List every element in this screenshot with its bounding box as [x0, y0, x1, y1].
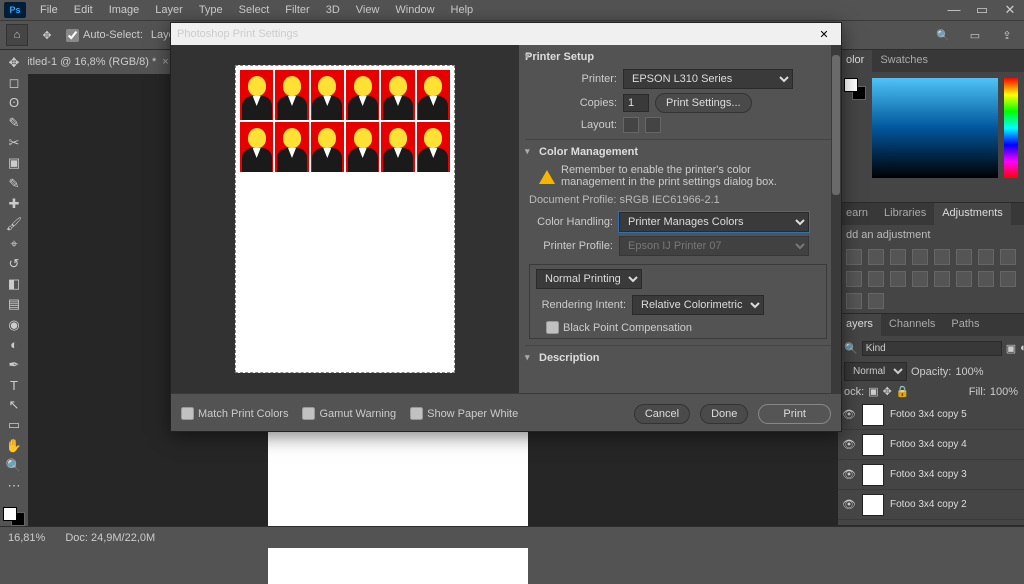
match-colors-checkbox: Match Print Colors [181, 407, 288, 420]
print-button[interactable]: Print [758, 404, 831, 424]
close-dialog-icon[interactable]: ✕ [813, 25, 835, 43]
cancel-button[interactable]: Cancel [634, 404, 690, 424]
photo-thumb [381, 122, 414, 172]
paper-white-checkbox: Show Paper White [410, 407, 518, 420]
photo-thumb [311, 70, 344, 120]
preview-page [235, 65, 455, 373]
copies-input[interactable] [623, 94, 649, 112]
color-management-heading[interactable]: Color Management [525, 144, 831, 162]
dialog-overlay: Photoshop Print Settings ✕ [0, 0, 1024, 548]
warning-icon [539, 162, 555, 184]
photo-thumb [417, 122, 450, 172]
photo-thumb [311, 122, 344, 172]
dialog-titlebar[interactable]: Photoshop Print Settings ✕ [171, 23, 841, 45]
print-settings-panel: Printer Setup Printer: EPSON L310 Series… [519, 45, 841, 393]
photo-thumb [417, 70, 450, 120]
photo-thumb [346, 122, 379, 172]
photo-thumb [381, 70, 414, 120]
done-button[interactable]: Done [700, 404, 748, 424]
print-preview [171, 45, 519, 393]
printer-setup-heading: Printer Setup [525, 49, 831, 67]
photo-thumb [240, 122, 273, 172]
photo-thumb [346, 70, 379, 120]
dialog-footer: Match Print Colors Gamut Warning Show Pa… [171, 393, 841, 433]
rendering-intent-select[interactable]: Relative Colorimetric [632, 295, 764, 315]
black-point-checkbox: Black Point Compensation [536, 317, 820, 334]
landscape-icon[interactable] [645, 117, 661, 133]
warning-text: Remember to enable the printer's colorma… [561, 164, 777, 188]
color-handling-select[interactable]: Printer Manages Colors [619, 212, 809, 232]
portrait-icon[interactable] [623, 117, 639, 133]
dialog-title: Photoshop Print Settings [177, 28, 298, 40]
copies-label: Copies: [539, 97, 617, 109]
printing-mode-select[interactable]: Normal Printing [536, 269, 642, 289]
printer-profile-label: Printer Profile: [529, 240, 613, 252]
settings-scrollbar[interactable] [831, 45, 841, 393]
color-handling-label: Color Handling: [529, 216, 613, 228]
print-dialog: Photoshop Print Settings ✕ [170, 22, 842, 432]
print-settings-button[interactable]: Print Settings... [655, 93, 752, 113]
gamut-warning-checkbox: Gamut Warning [302, 407, 396, 420]
layout-label: Layout: [539, 119, 617, 131]
printer-select[interactable]: EPSON L310 Series [623, 69, 793, 89]
rendering-intent-label: Rendering Intent: [536, 299, 626, 311]
photo-thumb [275, 122, 308, 172]
photo-thumb [240, 70, 273, 120]
printer-profile-select: Epson IJ Printer 07 [619, 236, 809, 256]
photo-thumb [275, 70, 308, 120]
description-heading[interactable]: Description [525, 350, 831, 368]
printer-label: Printer: [539, 73, 617, 85]
document-profile: Document Profile: sRGB IEC61966-2.1 [525, 192, 831, 210]
